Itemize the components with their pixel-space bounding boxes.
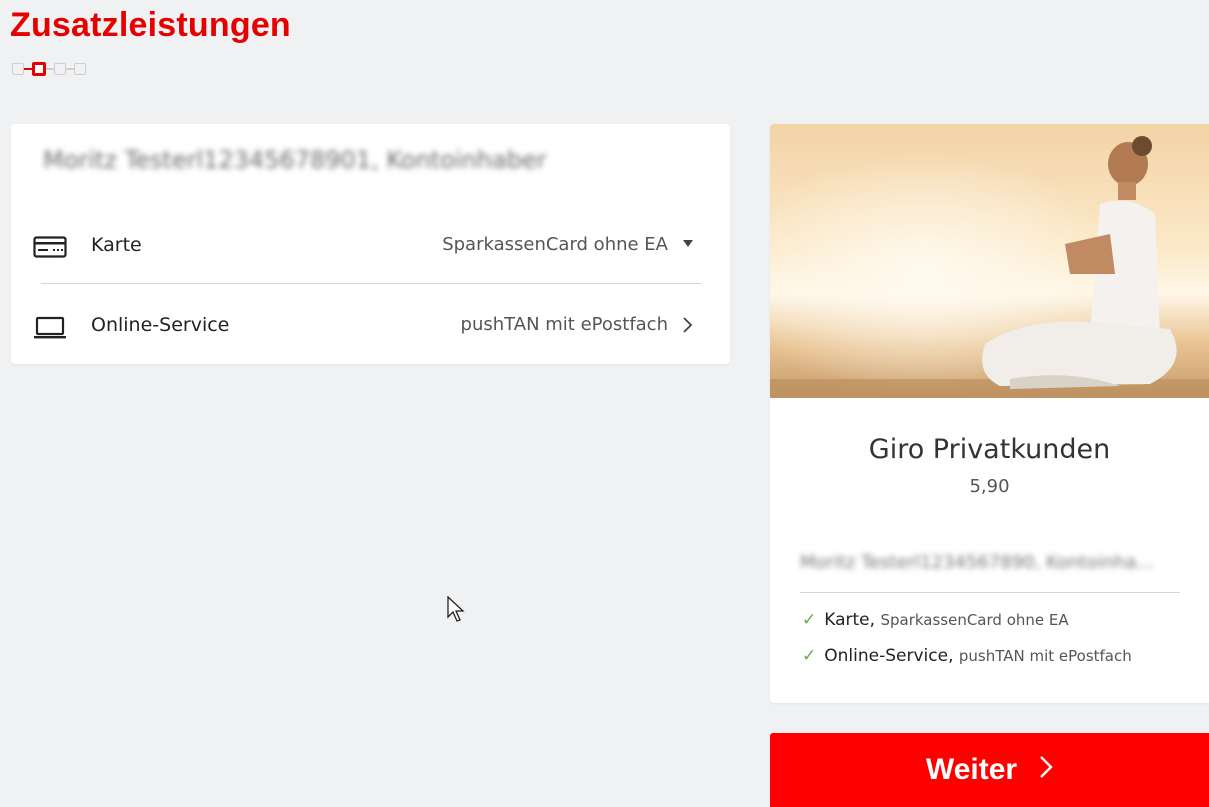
- card-option-label: Karte: [91, 234, 142, 256]
- step-connector: [24, 68, 32, 70]
- triangle-down-icon[interactable]: [682, 236, 694, 252]
- chevron-right-icon[interactable]: [682, 316, 694, 338]
- feature-item-online-service: ✓ Online-Service, pushTAN mit ePostfach: [802, 646, 1132, 666]
- summary-divider: [800, 592, 1180, 593]
- online-service-option-row[interactable]: Online-Service pushTAN mit ePostfach: [11, 304, 730, 348]
- credit-card-icon: [33, 236, 67, 262]
- product-price: 5,90: [969, 476, 1010, 497]
- card-option-value: SparkassenCard ohne EA: [442, 234, 668, 255]
- step-connector: [66, 68, 74, 70]
- yoga-beach-image: [770, 124, 1209, 398]
- step-connector: [46, 68, 54, 70]
- account-config-card: Moritz Testerl12345678901, Kontoinhaber …: [11, 124, 730, 364]
- feature-name: Online-Service: [824, 646, 949, 666]
- online-service-option-label: Online-Service: [91, 314, 230, 336]
- page-title: Zusatzleistungen: [10, 6, 291, 44]
- feature-detail: pushTAN mit ePostfach: [958, 647, 1132, 665]
- card-option-row[interactable]: Karte SparkassenCard ohne EA: [11, 224, 730, 268]
- step-3-indicator: [54, 63, 66, 75]
- online-service-option-value: pushTAN mit ePostfach: [460, 314, 668, 335]
- step-4-indicator: [74, 63, 86, 75]
- next-button[interactable]: Weiter: [770, 733, 1209, 807]
- checkmark-icon: ✓: [802, 646, 817, 666]
- mouse-pointer-icon: [447, 596, 465, 622]
- progress-stepper: [12, 62, 86, 76]
- laptop-icon: [33, 316, 67, 344]
- options-divider: [41, 283, 701, 284]
- chevron-right-icon: [1039, 754, 1053, 786]
- account-holder-name: Moritz Testerl12345678901, Kontoinhaber: [43, 146, 547, 174]
- product-summary-card: Giro Privatkunden 5,90 Moritz Testerl123…: [770, 124, 1209, 703]
- product-name: Giro Privatkunden: [868, 434, 1111, 465]
- step-2-indicator-active: [32, 62, 46, 76]
- checkmark-icon: ✓: [802, 610, 817, 630]
- next-button-label: Weiter: [925, 753, 1018, 786]
- step-1-indicator: [12, 63, 24, 75]
- feature-detail: SparkassenCard ohne EA: [880, 611, 1069, 629]
- feature-item-card: ✓ Karte, SparkassenCard ohne EA: [802, 610, 1069, 630]
- summary-holder-name: Moritz Testerl1234567890, Kontoinha...: [800, 552, 1154, 573]
- feature-name: Karte: [824, 610, 870, 630]
